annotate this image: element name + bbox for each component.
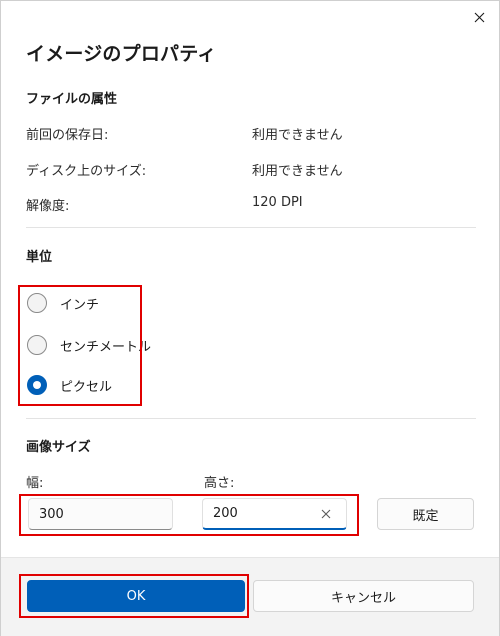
last-saved-label: 前回の保存日: xyxy=(26,128,109,143)
dialog-footer: OK キャンセル xyxy=(1,557,499,636)
dialog-title: イメージのプロパティ xyxy=(26,43,217,65)
image-size-heading: 画像サイズ xyxy=(26,440,91,455)
width-label: 幅: xyxy=(26,476,44,491)
units-highlight-box xyxy=(18,285,142,406)
ok-highlight-box xyxy=(19,574,249,618)
units-heading: 単位 xyxy=(26,250,53,265)
image-properties-dialog: イメージのプロパティ ファイルの属性 前回の保存日: 利用できません ディスク上… xyxy=(0,0,500,636)
resolution-label: 解像度: xyxy=(26,199,70,214)
disk-size-label: ディスク上のサイズ: xyxy=(26,164,147,179)
last-saved-value: 利用できません xyxy=(252,128,343,143)
divider xyxy=(26,418,476,419)
cancel-button[interactable]: キャンセル xyxy=(253,580,474,612)
divider xyxy=(26,227,476,228)
close-icon xyxy=(474,12,484,22)
close-button[interactable] xyxy=(459,1,499,33)
default-button[interactable]: 既定 xyxy=(377,498,474,530)
resolution-value: 120 DPI xyxy=(252,195,303,210)
file-attributes-heading: ファイルの属性 xyxy=(26,92,118,107)
disk-size-value: 利用できません xyxy=(252,164,343,179)
height-label: 高さ: xyxy=(204,476,235,491)
size-highlight-box xyxy=(19,494,359,536)
